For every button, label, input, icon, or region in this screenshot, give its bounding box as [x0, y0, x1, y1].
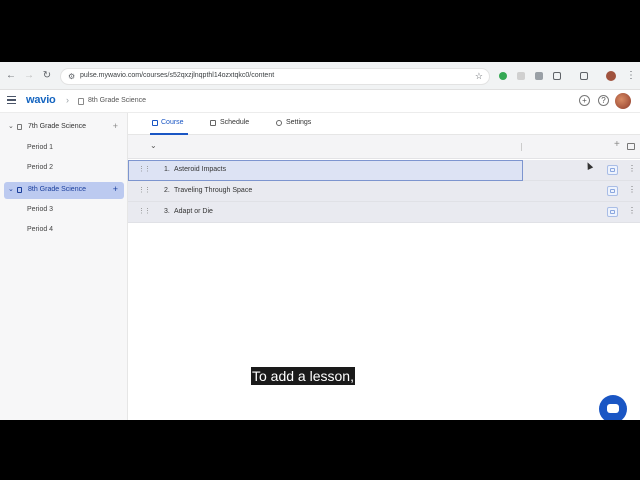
- bookmark-star-icon[interactable]: ☆: [475, 71, 483, 82]
- sidebar-period-item[interactable]: Period 3: [27, 206, 53, 213]
- help-icon[interactable]: ?: [598, 95, 609, 106]
- lesson-title[interactable]: Adapt or Die: [174, 208, 213, 215]
- tab-label: Settings: [286, 119, 312, 126]
- lesson-link-icon[interactable]: [607, 207, 618, 217]
- book-icon: [78, 98, 84, 105]
- lesson-row[interactable]: ⋮⋮ 1. Asteroid Impacts ⋮: [128, 160, 640, 181]
- cast-icon[interactable]: [580, 72, 588, 80]
- sidebar-period-item[interactable]: Period 1: [27, 144, 53, 151]
- extension-icon[interactable]: [499, 72, 507, 80]
- lesson-number: 1.: [164, 166, 170, 173]
- add-period-icon[interactable]: +: [113, 121, 118, 131]
- menu-icon[interactable]: [7, 96, 16, 105]
- course-sidebar: ⌄ 7th Grade Science + Period 1 Period 2 …: [0, 113, 128, 420]
- tab-label: Schedule: [220, 119, 250, 126]
- chat-icon: [607, 404, 619, 413]
- divider: [521, 143, 522, 151]
- calendar-icon: [210, 120, 216, 126]
- course-tabs: Course Schedule Settings: [128, 113, 640, 135]
- chevron-down-icon[interactable]: ⌄: [8, 185, 14, 193]
- tab-schedule[interactable]: Schedule: [210, 113, 260, 135]
- extension-icon[interactable]: [535, 72, 543, 80]
- app-logo[interactable]: wavio: [26, 94, 56, 106]
- sidebar-course-label: 8th Grade Science: [28, 186, 86, 193]
- site-info-icon[interactable]: ⚙: [68, 72, 77, 81]
- browser-profile-avatar[interactable]: [606, 71, 616, 81]
- add-circle-icon[interactable]: +: [579, 95, 590, 106]
- lesson-link-icon[interactable]: [607, 165, 618, 175]
- lesson-number: 3.: [164, 208, 170, 215]
- lesson-title[interactable]: Asteroid Impacts: [174, 166, 226, 173]
- extensions-puzzle-icon[interactable]: [553, 72, 561, 80]
- book-icon: [152, 120, 158, 126]
- tab-label: Course: [161, 119, 184, 126]
- user-avatar[interactable]: [615, 93, 631, 109]
- address-bar[interactable]: ⚙ pulse.mywavio.com/courses/s52qxzjlnqpt…: [60, 68, 490, 85]
- browser-menu-icon[interactable]: ⋮: [626, 70, 636, 81]
- book-icon: [17, 124, 22, 130]
- lesson-link-icon[interactable]: [607, 186, 618, 196]
- lesson-row[interactable]: ⋮⋮ 2. Traveling Through Space ⋮: [128, 181, 640, 202]
- drag-handle-icon[interactable]: ⋮⋮: [138, 186, 151, 194]
- sidebar-course-7th-grade-science[interactable]: ⌄ 7th Grade Science +: [4, 119, 124, 136]
- drag-handle-icon[interactable]: ⋮⋮: [138, 207, 151, 215]
- more-options-icon[interactable]: ⋮: [628, 185, 636, 194]
- sidebar-period-item[interactable]: Period 4: [27, 226, 53, 233]
- more-options-icon[interactable]: ⋮: [628, 206, 636, 215]
- video-caption: To add a lesson,: [251, 367, 355, 385]
- url-text: pulse.mywavio.com/courses/s52qxzjlnqpthl…: [80, 72, 275, 79]
- drag-handle-icon[interactable]: ⋮⋮: [138, 165, 151, 173]
- collapse-all-icon[interactable]: ⌄: [150, 141, 157, 150]
- chat-support-button[interactable]: [599, 395, 627, 420]
- sidebar-course-label: 7th Grade Science: [28, 123, 86, 130]
- sidebar-period-item[interactable]: Period 2: [27, 164, 53, 171]
- chevron-right-icon: ›: [66, 95, 69, 105]
- breadcrumb[interactable]: 8th Grade Science: [88, 97, 146, 104]
- book-icon: [17, 187, 22, 193]
- sidebar-course-8th-grade-science[interactable]: ⌄ 8th Grade Science +: [4, 182, 124, 199]
- browser-toolbar: ← → ↻ ⚙ pulse.mywavio.com/courses/s52qxz…: [0, 62, 640, 90]
- gear-icon: [276, 120, 282, 126]
- lesson-title[interactable]: Traveling Through Space: [174, 187, 252, 194]
- extension-icon[interactable]: [517, 72, 525, 80]
- tab-course[interactable]: Course: [150, 113, 188, 135]
- lesson-number: 2.: [164, 187, 170, 194]
- add-period-icon[interactable]: +: [113, 184, 118, 194]
- forward-icon[interactable]: →: [23, 70, 35, 82]
- tab-settings[interactable]: Settings: [276, 113, 322, 135]
- panel-toggle-icon[interactable]: [627, 143, 635, 150]
- back-icon[interactable]: ←: [5, 70, 17, 82]
- reload-icon[interactable]: ↻: [41, 70, 53, 82]
- chevron-down-icon[interactable]: ⌄: [8, 122, 14, 130]
- add-lesson-icon[interactable]: +: [614, 139, 620, 150]
- more-options-icon[interactable]: ⋮: [628, 164, 636, 173]
- lesson-list-toolbar: ⌄ +: [128, 135, 640, 159]
- lesson-row[interactable]: ⋮⋮ 3. Adapt or Die ⋮: [128, 202, 640, 223]
- app-header: wavio › 8th Grade Science + ?: [0, 90, 640, 113]
